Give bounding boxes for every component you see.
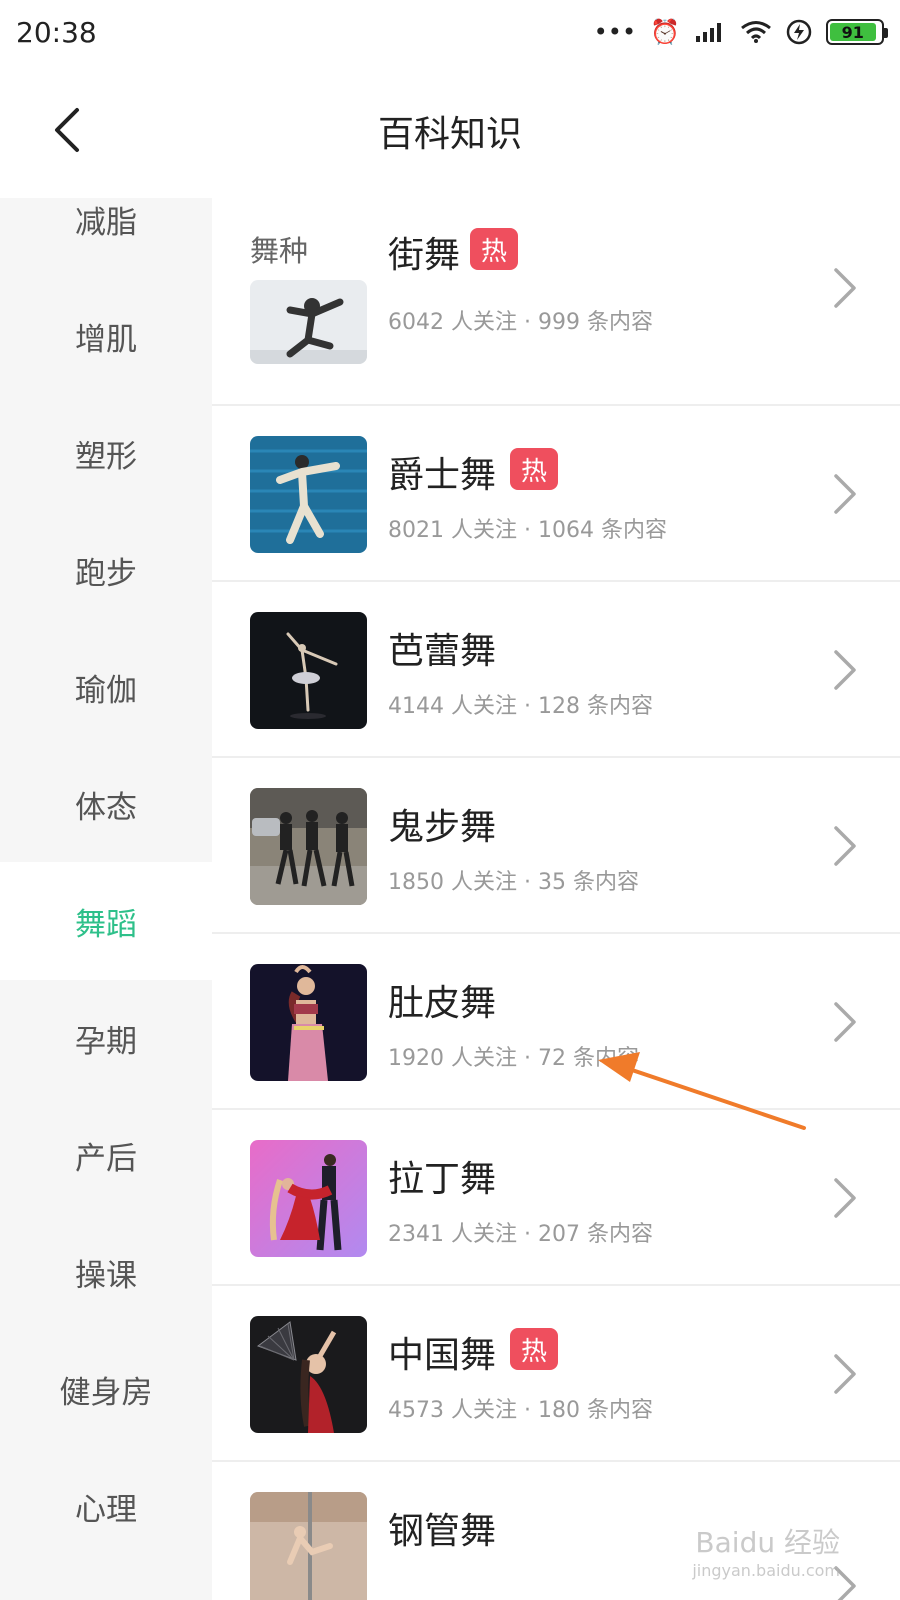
chevron-right-icon	[834, 1178, 856, 1218]
hot-badge: 热	[510, 1328, 558, 1370]
sidebar-item-psychology[interactable]: 心理	[0, 1447, 212, 1565]
sidebar-item-label: 舞蹈	[75, 906, 137, 943]
item-meta: 8021 人关注 · 1064 条内容	[388, 518, 667, 543]
sidebar-item-gym[interactable]: 健身房	[0, 1330, 212, 1448]
wifi-icon	[741, 21, 771, 43]
status-time: 20:38	[16, 15, 97, 49]
back-button[interactable]	[36, 100, 96, 160]
item-meta: 2341 人关注 · 207 条内容	[388, 1222, 653, 1247]
sidebar-item-label: 心理	[75, 1491, 137, 1528]
item-meta: 4144 人关注 · 128 条内容	[388, 694, 653, 719]
chevron-right-icon	[834, 826, 856, 866]
sidebar-item-yoga[interactable]: 瑜伽	[0, 628, 212, 746]
item-name: 中国舞	[388, 1335, 497, 1376]
sidebar-item-label: 产后	[75, 1140, 137, 1177]
chevron-right-icon	[834, 1354, 856, 1394]
chevron-right-icon	[834, 474, 856, 514]
chevron-left-icon	[55, 108, 79, 152]
list-item[interactable]: 爵士舞 热 8021 人关注 · 1064 条内容	[212, 406, 900, 582]
sidebar-item-label: 操课	[75, 1257, 137, 1294]
sidebar-item-label: 健身房	[59, 1374, 153, 1411]
thumbnail-image	[250, 964, 367, 1081]
item-name: 肚皮舞	[388, 983, 497, 1024]
list-item[interactable]: 拉丁舞 2341 人关注 · 207 条内容	[212, 1110, 900, 1286]
item-meta: 4573 人关注 · 180 条内容	[388, 1398, 653, 1423]
list-item[interactable]: 鬼步舞 1850 人关注 · 35 条内容	[212, 758, 900, 934]
item-name: 拉丁舞	[388, 1159, 497, 1200]
hot-badge: 热	[510, 448, 558, 490]
charging-icon	[786, 19, 812, 45]
thumbnail-image	[250, 1492, 367, 1600]
item-name: 芭蕾舞	[388, 631, 497, 672]
item-name: 街舞	[388, 235, 461, 276]
page-title: 百科知识	[377, 114, 522, 155]
sidebar-item-label: 瑜伽	[75, 672, 137, 709]
watermark-brand: Baidu 经验	[695, 1526, 840, 1559]
sidebar-item-label: 塑形	[75, 438, 137, 475]
item-name: 鬼步舞	[388, 807, 497, 848]
thumbnail-image	[250, 280, 367, 364]
thumbnail-image	[250, 1140, 367, 1257]
sidebar-item-running[interactable]: 跑步	[0, 511, 212, 629]
thumbnail-image	[250, 1316, 367, 1433]
sidebar-item-postpartum[interactable]: 产后	[0, 1096, 212, 1214]
battery-level: 91	[830, 23, 876, 42]
sidebar-item-muscle[interactable]: 增肌	[0, 277, 212, 395]
item-meta: 6042 人关注 · 999 条内容	[388, 310, 653, 335]
item-meta: 1920 人关注 · 72 条内容	[388, 1046, 639, 1071]
item-name: 钢管舞	[388, 1511, 497, 1552]
list-item[interactable]: 芭蕾舞 4144 人关注 · 128 条内容	[212, 582, 900, 758]
sidebar-item-dance[interactable]: 舞蹈	[0, 862, 212, 980]
more-dots-icon: •••	[593, 18, 637, 46]
dance-type-list: 舞种 街舞 热 6042 人关注 · 999 条内容 爵士舞 热 8021 人关…	[212, 198, 900, 1600]
app-header: 百科知识	[0, 64, 900, 198]
watermark-url: jingyan.baidu.com	[692, 1561, 840, 1580]
list-item[interactable]: 肚皮舞 1920 人关注 · 72 条内容	[212, 934, 900, 1110]
sidebar-item-posture[interactable]: 体态	[0, 745, 212, 863]
sidebar-item-label: 增肌	[75, 321, 137, 358]
sidebar-item-label: 体态	[75, 789, 137, 826]
sidebar-item-label: 孕期	[75, 1023, 137, 1060]
sidebar-item-group-class[interactable]: 操课	[0, 1213, 212, 1331]
list-item[interactable]: 中国舞 热 4573 人关注 · 180 条内容	[212, 1286, 900, 1462]
hot-badge: 热	[470, 228, 518, 270]
thumbnail-image	[250, 612, 367, 729]
chevron-right-icon	[834, 1002, 856, 1042]
item-name: 爵士舞	[388, 455, 497, 496]
watermark: Baidu 经验 jingyan.baidu.com	[692, 1521, 840, 1580]
category-sidebar: 减脂 增肌 塑形 跑步 瑜伽 体态 舞蹈 孕期 产后 操课 健身房 心理	[0, 198, 212, 1600]
chevron-right-icon	[834, 268, 856, 308]
status-bar: 20:38 ••• ⏰ 91	[0, 0, 900, 64]
battery-icon: 91	[826, 19, 888, 45]
sidebar-item-shaping[interactable]: 塑形	[0, 394, 212, 512]
sidebar-item-pregnancy[interactable]: 孕期	[0, 979, 212, 1097]
chevron-right-icon	[834, 650, 856, 690]
item-meta: 1850 人关注 · 35 条内容	[388, 870, 639, 895]
list-item[interactable]: 街舞 热 6042 人关注 · 999 条内容	[212, 228, 900, 406]
thumbnail-image	[250, 788, 367, 905]
sidebar-item-label: 跑步	[75, 555, 137, 592]
status-icons: ••• ⏰ 91	[593, 18, 888, 46]
sidebar-item-fat-loss[interactable]: 减脂	[0, 198, 212, 278]
sidebar-item-label: 减脂	[75, 204, 137, 241]
signal-icon	[696, 23, 721, 42]
alarm-icon: ⏰	[650, 18, 680, 46]
thumbnail-image	[250, 436, 367, 553]
